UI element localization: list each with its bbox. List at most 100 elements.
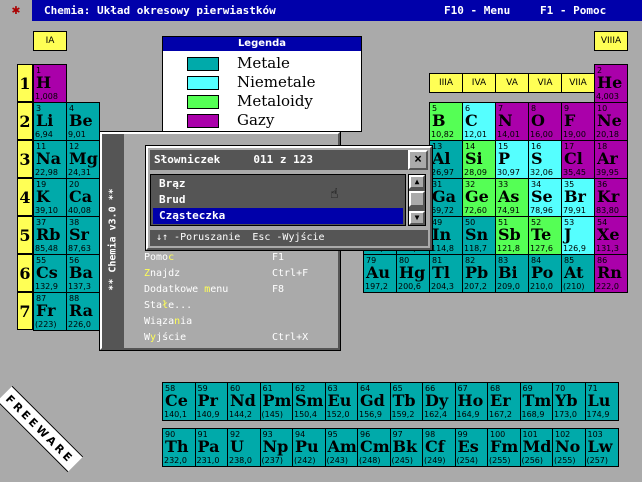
- element-symbol: Kr: [597, 187, 620, 206]
- list-item[interactable]: Brąz: [153, 176, 403, 192]
- atomic-mass: 12,01: [464, 130, 487, 139]
- element-cell[interactable]: 49 In 114,8: [429, 216, 463, 255]
- element-cell[interactable]: 84 Po 210,0: [528, 254, 562, 293]
- element-cell[interactable]: 36 Kr 83,80: [594, 178, 628, 217]
- element-cell[interactable]: 64 Gd 156,9: [357, 382, 391, 421]
- element-cell[interactable]: 94 Pu (242): [292, 428, 326, 467]
- dictionary-list[interactable]: Brąz Brud Cząsteczka: [150, 174, 406, 226]
- element-cell[interactable]: 58 Ce 140,1: [162, 382, 196, 421]
- element-cell[interactable]: 97 Bk (245): [389, 428, 424, 467]
- scroll-down-icon[interactable]: ▼: [409, 211, 425, 225]
- element-cell[interactable]: 33 As 74,91: [495, 178, 529, 217]
- scrollbar[interactable]: ▲ ▼: [408, 174, 426, 226]
- element-cell[interactable]: 62 Sm 150,4: [292, 382, 326, 421]
- element-cell[interactable]: 100 Fm (255): [487, 428, 521, 467]
- element-cell[interactable]: 60 Nd 144,2: [227, 382, 261, 421]
- element-cell[interactable]: 9 F 19,00: [561, 102, 595, 141]
- element-cell[interactable]: 68 Er 167,2: [487, 382, 521, 421]
- element-cell[interactable]: 32 Ge 72,60: [462, 178, 496, 217]
- element-cell[interactable]: 70 Yb 173,0: [552, 382, 586, 421]
- element-cell[interactable]: 56 Ba 137,3: [66, 254, 100, 293]
- element-cell[interactable]: 54 Xe 131,3: [594, 216, 628, 255]
- element-cell[interactable]: 34 Se 78,96: [528, 178, 562, 217]
- element-cell[interactable]: 17 Cl 35,45: [561, 140, 595, 179]
- element-cell[interactable]: 2 He 4,003: [594, 64, 628, 103]
- element-cell[interactable]: 71 Lu 174,9: [584, 382, 619, 421]
- element-symbol: Am: [327, 437, 357, 456]
- menu-item[interactable]: Dodatkowe menu: [144, 284, 228, 295]
- element-cell[interactable]: 11 Na 22,98: [33, 140, 67, 179]
- element-cell[interactable]: 63 Eu 152,0: [324, 382, 359, 421]
- element-cell[interactable]: 16 S 32,06: [528, 140, 562, 179]
- element-cell[interactable]: 90 Th 232,0: [162, 428, 196, 467]
- element-cell[interactable]: 38 Sr 87,63: [66, 216, 100, 255]
- element-cell[interactable]: 50 Sn 118,7: [462, 216, 496, 255]
- element-cell[interactable]: 82 Pb 207,2: [462, 254, 496, 293]
- element-cell[interactable]: 103 Lw (257): [584, 428, 619, 467]
- element-cell[interactable]: 7 N 14,01: [495, 102, 529, 141]
- element-cell[interactable]: 66 Dy 162,4: [422, 382, 456, 421]
- element-symbol: Mg: [69, 149, 98, 168]
- element-symbol: Hg: [399, 263, 426, 282]
- element-cell[interactable]: 31 Ga 69,72: [429, 178, 463, 217]
- element-cell[interactable]: 85 At (210): [561, 254, 595, 293]
- menu-item[interactable]: Wiązania: [144, 316, 192, 327]
- element-cell[interactable]: 79 Au 197,2: [363, 254, 397, 293]
- element-cell[interactable]: 92 U 238,0: [227, 428, 261, 467]
- menu-item[interactable]: Wyjście: [144, 332, 186, 343]
- element-cell[interactable]: 61 Pm (145): [259, 382, 294, 421]
- menu-item[interactable]: Znajdz: [144, 268, 180, 279]
- element-cell[interactable]: 35 Br 79,91: [561, 178, 595, 217]
- element-cell[interactable]: 86 Rn 222,0: [594, 254, 628, 293]
- element-cell[interactable]: 95 Am (243): [324, 428, 359, 467]
- element-cell[interactable]: 87 Fr (223): [33, 292, 67, 331]
- list-item-selected[interactable]: Cząsteczka: [153, 208, 403, 224]
- menu-item[interactable]: Pomoc: [144, 252, 174, 263]
- element-cell[interactable]: 69 Tm 168,9: [519, 382, 554, 421]
- element-cell[interactable]: 80 Hg 200,6: [396, 254, 430, 293]
- element-cell[interactable]: 93 Np (237): [259, 428, 294, 467]
- element-symbol: Sn: [465, 225, 489, 244]
- element-cell[interactable]: 83 Bi 209,0: [495, 254, 529, 293]
- element-cell[interactable]: 67 Ho 164,9: [454, 382, 489, 421]
- element-cell[interactable]: 20 Ca 40,08: [66, 178, 100, 217]
- element-cell[interactable]: 5 B 10,82: [429, 102, 463, 141]
- element-cell[interactable]: 98 Cf (249): [422, 428, 456, 467]
- element-cell[interactable]: 65 Tb 159,2: [389, 382, 424, 421]
- element-cell[interactable]: 55 Cs 132,9: [33, 254, 67, 293]
- element-cell[interactable]: 99 Es (254): [454, 428, 489, 467]
- close-button[interactable]: ×: [408, 150, 428, 170]
- element-cell[interactable]: 19 K 39,10: [33, 178, 67, 217]
- atomic-mass: 140,1: [164, 410, 187, 419]
- element-cell[interactable]: 37 Rb 85,48: [33, 216, 67, 255]
- element-symbol: Cf: [425, 437, 445, 456]
- element-cell[interactable]: 4 Be 9,01: [66, 102, 100, 141]
- element-cell[interactable]: 102 No (255): [552, 428, 586, 467]
- element-cell[interactable]: 51 Sb 121,8: [495, 216, 529, 255]
- scroll-thumb[interactable]: [409, 191, 425, 207]
- element-cell[interactable]: 53 J 126,9: [561, 216, 595, 255]
- element-cell[interactable]: 96 Cm (248): [357, 428, 391, 467]
- element-cell[interactable]: 15 P 30,97: [495, 140, 529, 179]
- element-cell[interactable]: 81 Tl 204,3: [429, 254, 463, 293]
- element-cell[interactable]: 12 Mg 24,31: [66, 140, 100, 179]
- element-cell[interactable]: 10 Ne 20,18: [594, 102, 628, 141]
- list-item[interactable]: Brud: [153, 192, 403, 208]
- legend-label: Metaloidy: [237, 92, 313, 110]
- element-symbol: Al: [432, 149, 451, 168]
- element-cell[interactable]: 3 Li 6,94: [33, 102, 67, 141]
- element-cell[interactable]: 101 Md (256): [519, 428, 554, 467]
- element-cell[interactable]: 8 O 16,00: [528, 102, 562, 141]
- element-cell[interactable]: 59 Pr 140,9: [194, 382, 229, 421]
- element-cell[interactable]: 52 Te 127,6: [528, 216, 562, 255]
- element-cell[interactable]: 14 Si 28,09: [462, 140, 496, 179]
- element-cell[interactable]: 6 C 12,01: [462, 102, 496, 141]
- element-cell[interactable]: 18 Ar 39,95: [594, 140, 628, 179]
- element-cell[interactable]: 13 Al 26,97: [429, 140, 463, 179]
- element-symbol: Pb: [465, 263, 489, 282]
- element-cell[interactable]: 1 H 1,008: [33, 64, 67, 103]
- element-cell[interactable]: 88 Ra 226,0: [66, 292, 100, 331]
- element-cell[interactable]: 91 Pa 231,0: [194, 428, 229, 467]
- menu-item[interactable]: Stałe...: [144, 300, 192, 311]
- scroll-up-icon[interactable]: ▲: [409, 175, 425, 189]
